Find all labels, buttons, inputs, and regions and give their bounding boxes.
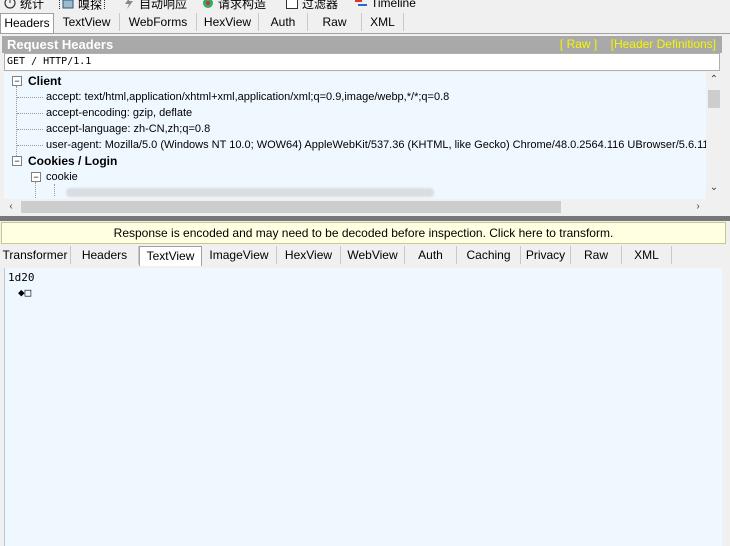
header-definitions-link[interactable]: [Header Definitions] bbox=[611, 37, 716, 51]
tab-request-hexview[interactable]: HexView bbox=[197, 13, 259, 31]
request-headers-header: Request Headers [ Raw ] [Header Definiti… bbox=[2, 36, 722, 53]
request-line: GET / HTTP/1.1 bbox=[4, 53, 720, 71]
toolbar-inspectors[interactable]: 嗅探 bbox=[59, 0, 106, 10]
decode-notice-bar[interactable]: Response is encoded and may need to be d… bbox=[1, 222, 726, 244]
header-accept-language[interactable]: accept-language: zh-CN,zh;q=0.8 bbox=[46, 121, 210, 137]
tab-response-transformer[interactable]: Transformer bbox=[0, 246, 71, 264]
scroll-thumb[interactable] bbox=[708, 90, 720, 108]
tab-response-imageview[interactable]: ImageView bbox=[202, 246, 277, 264]
response-line-2: ◆□ bbox=[18, 286, 32, 299]
response-text-view[interactable]: 1d20 ◆□ bbox=[4, 268, 722, 546]
composer-icon bbox=[202, 0, 214, 9]
toolbar-timeline[interactable]: Timeline bbox=[355, 0, 416, 10]
tab-response-headers[interactable]: Headers bbox=[71, 246, 139, 264]
timeline-icon bbox=[355, 0, 367, 9]
collapse-icon[interactable]: − bbox=[31, 172, 41, 182]
tab-request-xml[interactable]: XML bbox=[362, 13, 404, 31]
panel-title: Request Headers bbox=[7, 37, 114, 52]
header-accept-encoding[interactable]: accept-encoding: gzip, deflate bbox=[46, 105, 192, 121]
scroll-thumb[interactable] bbox=[21, 201, 561, 213]
tab-request-webforms[interactable]: WebForms bbox=[120, 13, 197, 31]
pane-splitter[interactable] bbox=[0, 216, 730, 221]
header-accept[interactable]: accept: text/html,application/xhtml+xml,… bbox=[46, 89, 449, 105]
tab-response-xml[interactable]: XML bbox=[622, 246, 672, 264]
lightning-icon bbox=[123, 0, 135, 9]
headers-vertical-scrollbar[interactable]: ⌃ ⌄ bbox=[706, 72, 722, 199]
checkbox-icon bbox=[286, 0, 298, 9]
chevron-up-icon[interactable]: ⌃ bbox=[707, 74, 721, 85]
toolbar-autoresponder[interactable]: 自动响应 bbox=[123, 0, 187, 10]
stopwatch-icon bbox=[4, 0, 16, 9]
headers-tree: − Client accept: text/html,application/x… bbox=[4, 72, 706, 199]
tab-response-auth[interactable]: Auth bbox=[405, 246, 457, 264]
response-line-1: 1d20 bbox=[8, 271, 35, 284]
tab-response-caching[interactable]: Caching bbox=[457, 246, 521, 264]
tree-node-cookie[interactable]: − cookie bbox=[31, 169, 78, 185]
tab-response-privacy[interactable]: Privacy bbox=[521, 246, 571, 264]
inspector-icon bbox=[62, 0, 74, 10]
tab-response-webview[interactable]: WebView bbox=[341, 246, 405, 264]
tab-request-auth[interactable]: Auth bbox=[259, 13, 308, 31]
headers-horizontal-scrollbar[interactable]: ‹ › bbox=[4, 199, 706, 215]
tab-request-headers[interactable]: Headers bbox=[0, 13, 54, 33]
response-tab-strip: Transformer Headers TextView ImageView H… bbox=[0, 246, 730, 266]
chevron-right-icon[interactable]: › bbox=[691, 201, 705, 212]
tree-group-cookies-login[interactable]: − Cookies / Login bbox=[12, 153, 117, 169]
tab-response-raw[interactable]: Raw bbox=[571, 246, 622, 264]
request-tab-strip: Headers TextView WebForms HexView Auth R… bbox=[0, 13, 730, 34]
chevron-left-icon[interactable]: ‹ bbox=[4, 201, 18, 212]
tab-request-textview[interactable]: TextView bbox=[54, 13, 120, 31]
redacted-cookie-value bbox=[66, 188, 434, 197]
collapse-icon[interactable]: − bbox=[12, 76, 22, 86]
collapse-icon[interactable]: − bbox=[12, 156, 22, 166]
main-toolbar: 统计 嗅探 自动响应 请求构造 过滤器 Timeline bbox=[0, 0, 730, 10]
toolbar-statistics[interactable]: 统计 bbox=[4, 0, 44, 10]
toolbar-filters[interactable]: 过滤器 bbox=[286, 0, 338, 10]
tab-request-raw[interactable]: Raw bbox=[308, 13, 362, 31]
toolbar-composer[interactable]: 请求构造 bbox=[202, 0, 266, 10]
header-user-agent[interactable]: user-agent: Mozilla/5.0 (Windows NT 10.0… bbox=[46, 137, 706, 153]
tree-group-client[interactable]: − Client bbox=[12, 73, 61, 89]
raw-link[interactable]: [ Raw ] bbox=[560, 37, 597, 51]
tab-response-textview[interactable]: TextView bbox=[139, 246, 202, 266]
tab-response-hexview[interactable]: HexView bbox=[277, 246, 341, 264]
chevron-down-icon[interactable]: ⌄ bbox=[707, 182, 721, 193]
